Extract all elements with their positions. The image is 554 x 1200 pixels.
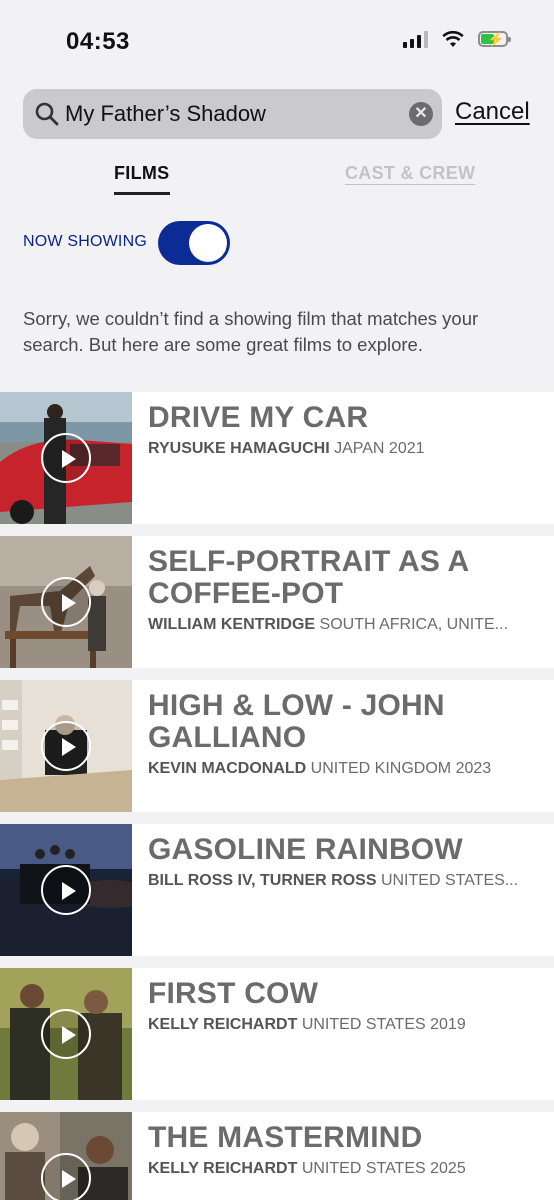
film-thumbnail (0, 680, 132, 812)
film-country-year: SOUTH AFRICA, UNITE... (319, 616, 509, 633)
search-icon (35, 102, 59, 126)
film-meta: RYUSUKE HAMAGUCHI JAPAN 2021 (148, 440, 540, 458)
film-director: KELLY REICHARDT (148, 1016, 298, 1033)
play-icon[interactable] (41, 1009, 91, 1059)
film-meta: WILLIAM KENTRIDGE SOUTH AFRICA, UNITE... (148, 616, 540, 634)
film-list-item[interactable]: HIGH & LOW - JOHN GALLIANO KEVIN MACDONA… (0, 680, 554, 812)
film-list-item[interactable]: GASOLINE RAINBOW BILL ROSS IV, TURNER RO… (0, 824, 554, 956)
film-meta: KEVIN MACDONALD UNITED KINGDOM 2023 (148, 760, 540, 778)
status-time: 04:53 (66, 28, 130, 55)
tab-films[interactable]: FILMS (114, 163, 170, 184)
play-icon[interactable] (41, 1153, 91, 1200)
film-thumbnail (0, 824, 132, 956)
film-list: DRIVE MY CAR RYUSUKE HAMAGUCHI JAPAN 202… (0, 392, 554, 1200)
film-meta: KELLY REICHARDT UNITED STATES 2019 (148, 1016, 540, 1034)
search-bar[interactable]: ✕ (23, 89, 442, 139)
film-title: FIRST COW (148, 977, 319, 1010)
battery-charging-icon: ⚡ (478, 31, 511, 47)
status-bar: 04:53 ⚡ (0, 0, 554, 80)
film-country-year: UNITED STATES 2019 (301, 1016, 466, 1033)
film-country-year: UNITED STATES... (380, 872, 519, 889)
tab-cast-crew[interactable]: CAST & CREW (345, 163, 475, 184)
film-title: DRIVE MY CAR (148, 401, 369, 434)
film-thumbnail (0, 392, 132, 524)
film-title: THE MASTERMIND (148, 1121, 423, 1154)
now-showing-label: NOW SHOWING (23, 233, 147, 250)
status-icons: ⚡ (403, 30, 511, 48)
film-thumbnail (0, 1112, 132, 1200)
play-icon[interactable] (41, 721, 91, 771)
active-tab-indicator (114, 192, 170, 195)
film-country-year: UNITED KINGDOM 2023 (310, 760, 492, 777)
film-list-item[interactable]: THE MASTERMIND KELLY REICHARDT UNITED ST… (0, 1112, 554, 1200)
film-title: GASOLINE RAINBOW (148, 833, 463, 866)
search-input[interactable] (65, 89, 395, 139)
play-icon[interactable] (41, 865, 91, 915)
film-director: KELLY REICHARDT (148, 1160, 298, 1177)
film-thumbnail (0, 968, 132, 1100)
film-title: SELF-PORTRAIT AS A COFFEE-POT (148, 545, 469, 610)
film-list-item[interactable]: DRIVE MY CAR RYUSUKE HAMAGUCHI JAPAN 202… (0, 392, 554, 524)
film-meta: KELLY REICHARDT UNITED STATES 2025 (148, 1160, 540, 1178)
play-icon[interactable] (41, 433, 91, 483)
film-list-item[interactable]: SELF-PORTRAIT AS A COFFEE-POT WILLIAM KE… (0, 536, 554, 668)
cellular-signal-icon (403, 30, 428, 48)
wifi-icon (442, 30, 464, 47)
film-director: KEVIN MACDONALD (148, 760, 307, 777)
film-director: RYUSUKE HAMAGUCHI (148, 440, 330, 457)
now-showing-toggle[interactable] (158, 221, 230, 265)
play-icon[interactable] (41, 577, 91, 627)
film-title: HIGH & LOW - JOHN GALLIANO (148, 689, 445, 754)
film-director: BILL ROSS IV, TURNER ROSS (148, 872, 377, 889)
no-results-message: Sorry, we couldn’t find a showing film t… (23, 308, 479, 355)
film-country-year: JAPAN 2021 (334, 440, 425, 457)
film-thumbnail (0, 536, 132, 668)
film-country-year: UNITED STATES 2025 (301, 1160, 466, 1177)
x-circle-icon[interactable]: ✕ (409, 102, 433, 126)
cancel-button[interactable]: Cancel (455, 98, 530, 126)
film-meta: BILL ROSS IV, TURNER ROSS UNITED STATES.… (148, 872, 540, 890)
film-list-item[interactable]: FIRST COW KELLY REICHARDT UNITED STATES … (0, 968, 554, 1100)
film-director: WILLIAM KENTRIDGE (148, 616, 316, 633)
toggle-knob (189, 224, 227, 262)
